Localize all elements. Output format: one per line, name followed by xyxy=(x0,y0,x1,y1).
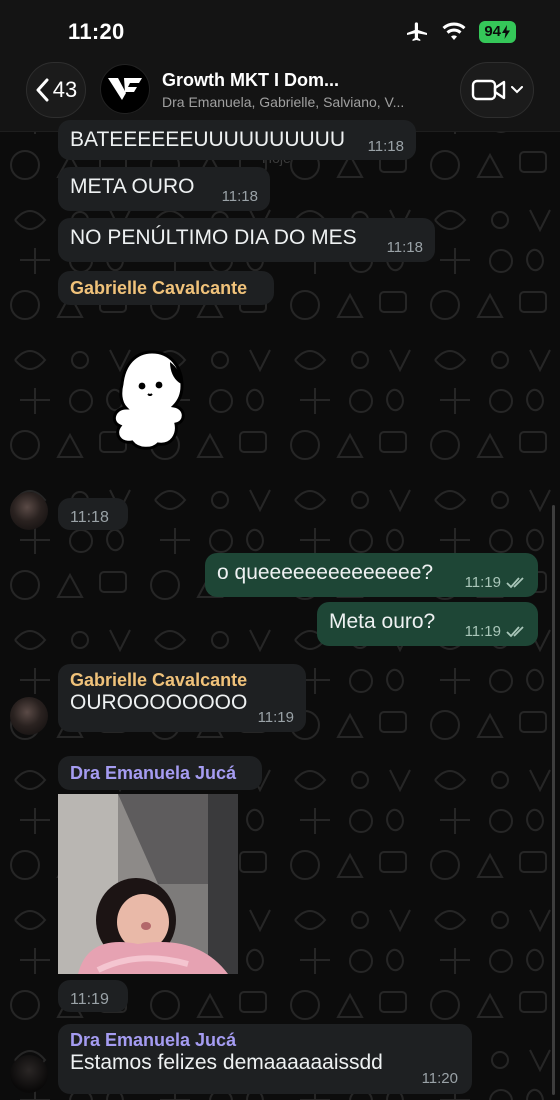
message-bubble[interactable]: Gabrielle Cavalcante OUROOOOOOOO 11:19 xyxy=(58,664,306,732)
video-camera-icon xyxy=(471,79,506,101)
message-bubble[interactable]: META OURO 11:18 xyxy=(58,167,270,211)
scrollbar[interactable] xyxy=(552,505,555,1095)
sticker-image[interactable] xyxy=(112,348,192,452)
group-title[interactable]: Growth MKT I Dom... xyxy=(162,70,452,91)
sender-avatar[interactable] xyxy=(10,492,48,530)
airplane-mode-icon xyxy=(407,22,428,41)
group-avatar[interactable] xyxy=(100,64,150,114)
wifi-icon xyxy=(442,22,466,40)
message-text: Estamos felizes demaaaaaaissdd xyxy=(70,1051,383,1074)
back-button[interactable]: 43 xyxy=(26,62,86,118)
message-time: 11:19 xyxy=(464,623,501,640)
message-time: 11:20 xyxy=(421,1070,458,1087)
charging-bolt-icon xyxy=(502,25,510,39)
message-bubble[interactable]: NO PENÚLTIMO DIA DO MES 11:18 xyxy=(58,218,435,262)
double-check-icon xyxy=(506,625,524,637)
message-time-status: 11:19 xyxy=(465,574,526,591)
message-time: 11:18 xyxy=(386,239,423,256)
unread-count: 43 xyxy=(52,77,78,102)
chevron-left-icon xyxy=(36,78,49,102)
message-time: 11:19 xyxy=(464,574,501,591)
message-time-status: 11:19 xyxy=(465,623,526,640)
message-text: NO PENÚLTIMO DIA DO MES xyxy=(70,226,357,249)
message-bubble[interactable]: o queeeeeeeeeeeeee? 11:19 xyxy=(205,553,538,597)
sender-name: Dra Emanuela Jucá xyxy=(70,763,237,783)
video-call-button[interactable] xyxy=(460,62,534,118)
status-icons: 94 xyxy=(405,21,516,43)
message-bubble[interactable]: Dra Emanuela Jucá Estamos felizes demaaa… xyxy=(58,1024,472,1094)
sender-avatar[interactable] xyxy=(10,1055,48,1093)
group-members[interactable]: Dra Emanuela, Gabrielle, Salviano, V... xyxy=(162,94,452,110)
message-time: 11:18 xyxy=(70,509,109,526)
message-text: Meta ouro? xyxy=(329,610,436,633)
message-text: BATEEEEEEUUUUUUUUUU xyxy=(70,128,345,151)
message-time: 11:18 xyxy=(367,138,404,155)
media-thumbnail[interactable] xyxy=(58,794,238,974)
message-time: 11:18 xyxy=(221,188,258,205)
double-check-icon xyxy=(506,576,524,588)
sender-name: Dra Emanuela Jucá xyxy=(70,1030,237,1050)
sender-avatar[interactable] xyxy=(10,697,48,735)
battery-level: 94 xyxy=(484,23,501,40)
status-bar: 11:20 94 xyxy=(0,0,560,62)
message-text: o queeeeeeeeeeeeee? xyxy=(217,561,434,584)
media-time-badge: 11:19 xyxy=(58,980,128,1012)
message-time: 11:19 xyxy=(257,709,294,726)
message-time: 11:19 xyxy=(70,991,109,1008)
child-photo-icon xyxy=(58,794,238,974)
sender-tag: Dra Emanuela Jucá xyxy=(58,756,262,790)
battery-indicator: 94 xyxy=(479,21,516,43)
message-bubble[interactable]: Meta ouro? 11:19 xyxy=(317,602,538,646)
group-logo-icon xyxy=(108,78,142,100)
sticker-time-badge: 11:18 xyxy=(58,498,128,530)
sender-name: Gabrielle Cavalcante xyxy=(70,670,248,690)
sender-name: Gabrielle Cavalcante xyxy=(70,278,248,298)
chevron-down-icon xyxy=(511,86,523,94)
status-time: 11:20 xyxy=(68,19,125,44)
sender-tag: Gabrielle Cavalcante xyxy=(58,271,274,305)
message-bubble[interactable]: BATEEEEEEUUUUUUUUUU 11:18 xyxy=(58,120,416,160)
message-text: META OURO xyxy=(70,175,195,198)
